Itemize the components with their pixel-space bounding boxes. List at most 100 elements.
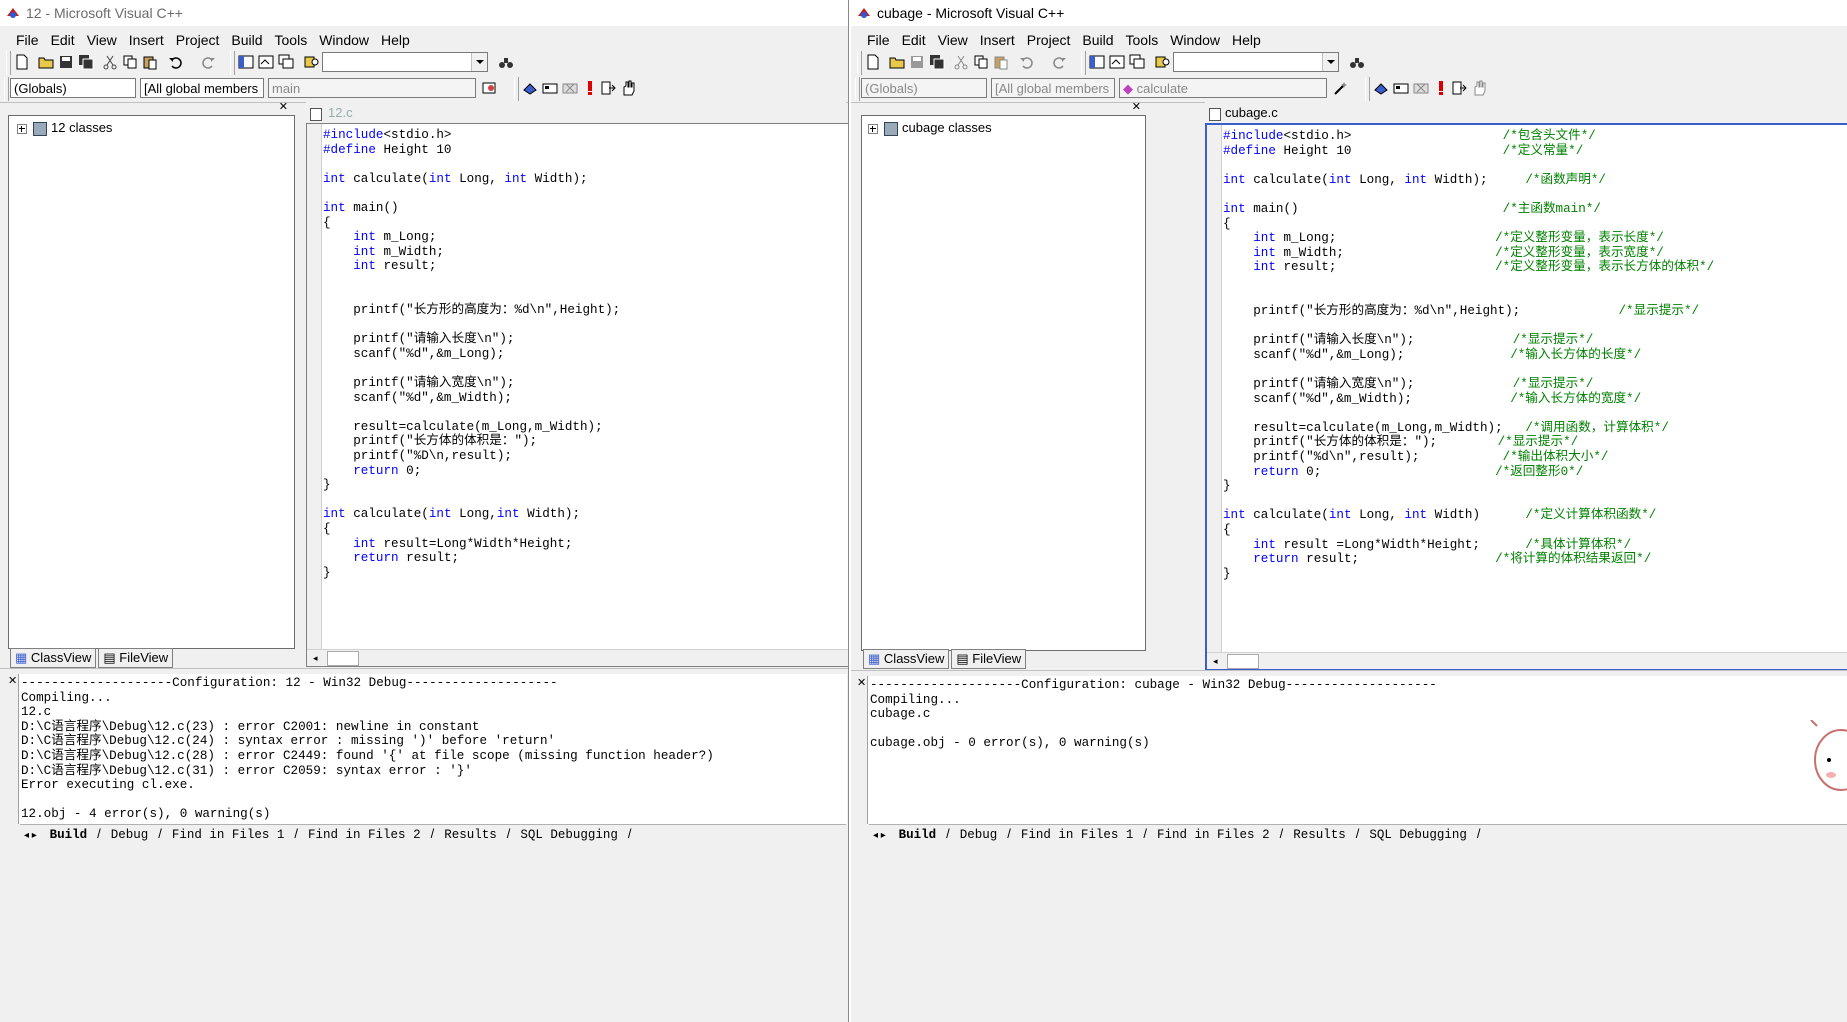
open-folder-icon[interactable] [889,54,905,70]
tab-fileview[interactable]: ▤ FileView [951,649,1027,669]
left-source-code[interactable]: #include<stdio.h> #define Height 10 int ca… [323,128,620,580]
save-icon[interactable] [909,54,925,70]
save-all-icon[interactable] [929,54,945,70]
output-icon[interactable] [258,54,274,70]
compile-icon[interactable] [522,80,538,96]
find-binoculars-icon[interactable] [1349,54,1365,70]
output-tab-sql-debugging[interactable]: SQL Debugging [510,826,628,844]
breakpoint-hand-icon[interactable] [1471,80,1487,96]
build-icon[interactable] [542,80,558,96]
window-list-icon[interactable] [1129,54,1145,70]
left-workspace-gripper[interactable]: ✕ [6,100,296,113]
code-text: Width); [1427,172,1526,187]
close-icon[interactable]: ✕ [8,674,17,687]
execute-icon[interactable] [1433,80,1449,96]
output-tab-find-in-files-1[interactable]: Find in Files 1 [162,826,295,844]
right-source-code[interactable]: #include<stdio.h> /*包含头文件*/#define Heigh… [1223,129,1714,581]
redo-icon[interactable] [200,54,216,70]
output-tab-results[interactable]: Results [1283,826,1356,844]
right-workspace-gripper[interactable]: ✕ [859,100,1149,113]
copy-icon[interactable] [122,54,138,70]
right-function-combo[interactable]: ◆ calculate [1119,78,1327,98]
left-title-bar[interactable]: 12 - Microsoft Visual C++ [0,0,848,26]
open-folder-icon[interactable] [38,54,54,70]
output-tab-find-in-files-1[interactable]: Find in Files 1 [1011,826,1144,844]
right-code-editor[interactable]: #include<stdio.h> /*包含头文件*/#define Heigh… [1205,123,1847,671]
right-editor-tab[interactable]: cubage.c [1205,102,1847,124]
output-tab-results[interactable]: Results [434,826,507,844]
new-file-icon[interactable] [14,54,30,70]
right-find-combo[interactable] [1173,52,1339,72]
build-icon[interactable] [1393,80,1409,96]
stop-build-icon[interactable] [562,80,578,96]
workspace-icon[interactable] [1089,54,1105,70]
output-tab-sql-debugging[interactable]: SQL Debugging [1359,826,1477,844]
right-title-bar[interactable]: cubage - Microsoft Visual C++ [851,0,1847,26]
breakpoint-hand-icon[interactable] [620,80,636,96]
expand-icon[interactable] [868,123,878,134]
tab-scroll-arrows-icon[interactable]: ◂ ▸ [20,830,40,841]
workspace-icon[interactable] [238,54,254,70]
right-output-gripper[interactable]: ✕ [857,676,867,840]
tab-classview[interactable]: ▦ ClassView [863,649,950,669]
tab-classview[interactable]: ▦ ClassView [10,648,97,668]
left-editor-hscrollbar[interactable]: ◂ [307,649,848,666]
code-keyword: int [323,200,346,215]
stop-build-icon[interactable] [1413,80,1429,96]
code-keyword: #include [323,128,384,142]
left-output-gripper[interactable]: ✕ [8,674,18,838]
right-editor-hscrollbar[interactable]: ◂ [1207,652,1847,669]
undo-icon[interactable] [1019,54,1035,70]
cut-icon[interactable] [953,54,969,70]
scroll-thumb[interactable] [327,651,359,666]
wizard-action-icon[interactable] [1333,80,1349,96]
compile-icon[interactable] [1373,80,1389,96]
left-members-combo[interactable]: [All global members [140,78,264,98]
find-in-files-icon[interactable] [1155,54,1171,70]
undo-icon[interactable] [168,54,184,70]
find-binoculars-icon[interactable] [498,54,514,70]
expand-icon[interactable] [17,123,27,134]
save-all-icon[interactable] [78,54,94,70]
paste-icon[interactable] [142,54,158,70]
output-tab-debug[interactable]: Debug [101,826,159,844]
execute-icon[interactable] [582,80,598,96]
output-tab-find-in-files-2[interactable]: Find in Files 2 [298,826,431,844]
right-class-combo[interactable]: (Globals) [861,78,987,98]
go-icon[interactable] [1451,80,1467,96]
left-class-combo[interactable]: (Globals) [10,78,136,98]
close-icon[interactable]: ✕ [1132,100,1141,113]
left-find-combo[interactable] [322,52,488,72]
left-function-combo[interactable]: main [268,78,476,98]
output-tab-build[interactable]: Build [889,826,947,844]
window-list-icon[interactable] [278,54,294,70]
scroll-left-icon[interactable]: ◂ [1213,656,1218,667]
save-icon[interactable] [58,54,74,70]
output-tab-find-in-files-2[interactable]: Find in Files 2 [1147,826,1280,844]
scroll-thumb[interactable] [1227,654,1259,669]
redo-icon[interactable] [1051,54,1067,70]
wizard-action-icon[interactable] [482,80,498,96]
find-in-files-icon[interactable] [304,54,320,70]
scroll-left-icon[interactable]: ◂ [313,653,318,664]
go-icon[interactable] [600,80,616,96]
new-file-icon[interactable] [865,54,881,70]
output-tab-debug[interactable]: Debug [950,826,1008,844]
tab-scroll-arrows-icon[interactable]: ◂ ▸ [869,830,889,841]
tree-item-classes[interactable]: 12 classes [17,120,112,136]
output-tab-build[interactable]: Build [40,826,98,844]
paste-icon[interactable] [993,54,1009,70]
tab-fileview[interactable]: ▤ FileView [98,648,174,668]
copy-icon[interactable] [973,54,989,70]
close-icon[interactable]: ✕ [279,100,288,113]
close-icon[interactable]: ✕ [857,676,866,689]
cut-icon[interactable] [102,54,118,70]
right-members-combo[interactable]: [All global members [991,78,1115,98]
output-icon[interactable] [1109,54,1125,70]
code-text: calculate( [1245,172,1329,187]
left-editor-tab[interactable]: 12.c [306,102,846,124]
left-code-editor[interactable]: #include<stdio.h> #define Height 10 int ca… [306,123,848,667]
tree-item-classes[interactable]: cubage classes [868,120,992,136]
code-line: int m_Long; [323,230,620,245]
